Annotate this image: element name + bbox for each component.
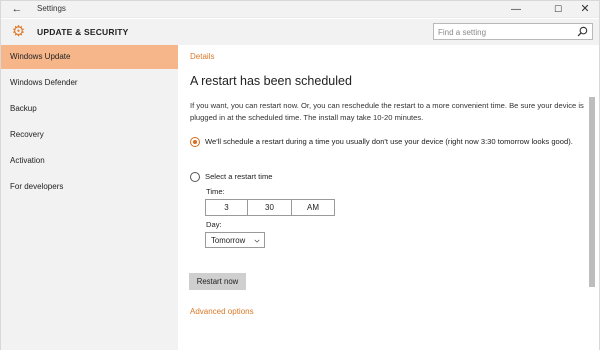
minute-field[interactable]: 30	[248, 200, 292, 215]
restart-now-button[interactable]: Restart now	[189, 273, 246, 290]
window-title: Settings	[37, 4, 66, 13]
main-content: Details A restart has been scheduled If …	[178, 45, 599, 350]
radio-button-selected[interactable]	[190, 137, 200, 147]
option-auto-label: We'll schedule a restart during a time y…	[205, 137, 573, 146]
back-arrow-icon[interactable]: ←	[10, 2, 24, 16]
details-link[interactable]: Details	[190, 52, 214, 61]
option-select-time[interactable]: Select a restart time	[190, 171, 595, 183]
scrollbar[interactable]	[589, 97, 595, 287]
settings-window: ← Settings — ☐ ✕ ⚙ UPDATE & SECURITY Win…	[0, 0, 600, 350]
close-button[interactable]: ✕	[568, 1, 600, 18]
sidebar-item-for-developers[interactable]: For developers	[1, 175, 178, 199]
time-picker[interactable]: 3 30 AM	[205, 199, 335, 216]
day-value: Tomorrow	[211, 236, 246, 245]
sidebar-item-recovery[interactable]: Recovery	[1, 123, 178, 147]
radio-button[interactable]	[190, 172, 200, 182]
sidebar: Windows Update Windows Defender Backup R…	[1, 45, 178, 350]
gear-icon: ⚙	[11, 23, 26, 40]
title-bar: ← Settings — ☐ ✕	[1, 1, 599, 18]
search-box[interactable]	[433, 23, 593, 40]
sidebar-item-activation[interactable]: Activation	[1, 149, 178, 173]
sidebar-item-windows-defender[interactable]: Windows Defender	[1, 71, 178, 95]
section-title: UPDATE & SECURITY	[37, 27, 129, 37]
restart-description: If you want, you can restart now. Or, yo…	[190, 101, 584, 122]
page-title: A restart has been scheduled	[190, 74, 352, 88]
chevron-down-icon	[254, 239, 260, 243]
hour-field[interactable]: 3	[206, 200, 248, 215]
minimize-button[interactable]: —	[499, 1, 533, 18]
advanced-options-link[interactable]: Advanced options	[190, 307, 254, 316]
option-auto-restart[interactable]: We'll schedule a restart during a time y…	[190, 136, 595, 148]
search-icon[interactable]	[577, 26, 588, 37]
sidebar-item-windows-update[interactable]: Windows Update	[1, 45, 178, 69]
settings-header: ⚙ UPDATE & SECURITY	[1, 19, 599, 45]
day-dropdown[interactable]: Tomorrow	[205, 232, 265, 248]
ampm-field[interactable]: AM	[292, 200, 334, 215]
day-label: Day:	[206, 220, 222, 229]
search-input[interactable]	[438, 26, 568, 38]
sidebar-item-backup[interactable]: Backup	[1, 97, 178, 121]
option-select-label: Select a restart time	[205, 172, 273, 181]
time-label: Time:	[206, 187, 225, 196]
